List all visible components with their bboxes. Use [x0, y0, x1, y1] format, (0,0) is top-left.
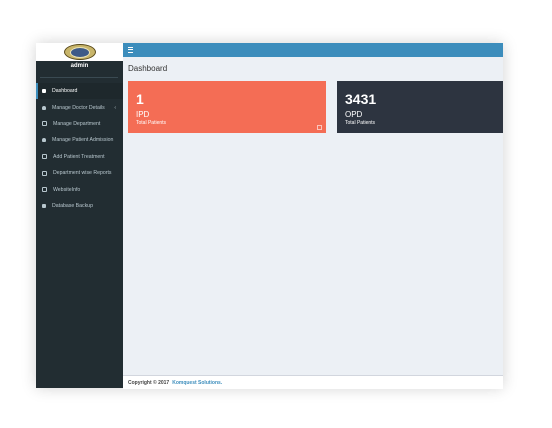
- app-window: admin Dashboard Manage Doctor Details ‹ …: [36, 43, 503, 389]
- sidebar-item-label: Department wise Reports: [53, 170, 112, 177]
- line-chart-icon: [42, 170, 47, 176]
- sidebar-menu: Dashboard Manage Doctor Details ‹ Manage…: [36, 83, 123, 214]
- sidebar-item-manage-department[interactable]: Manage Department: [36, 116, 123, 132]
- card-corner-icon: [317, 125, 322, 130]
- sidebar-item-websiteinfo[interactable]: WebsiteInfo: [36, 181, 123, 197]
- sidebar-item-label: Add Patient Treatment: [53, 153, 105, 160]
- ipd-stat-card[interactable]: 1 IPD Total Patients: [128, 81, 326, 133]
- top-navbar: [123, 43, 503, 57]
- opd-subtitle: Total Patients: [345, 120, 376, 126]
- sidebar: admin Dashboard Manage Doctor Details ‹ …: [36, 43, 123, 388]
- logo-area: [36, 43, 123, 61]
- chevron-left-icon: ‹: [114, 104, 116, 111]
- user-icon: [42, 138, 46, 143]
- sidebar-item-department-wise-reports[interactable]: Department wise Reports: [36, 165, 123, 181]
- sidebar-item-dashboard[interactable]: Dashboard: [36, 83, 123, 100]
- ipd-count: 1: [136, 91, 144, 107]
- sidebar-item-label: WebsiteInfo: [53, 186, 81, 193]
- calendar-icon: [42, 89, 46, 94]
- sidebar-item-label: Database Backup: [52, 202, 93, 209]
- ipd-label: IPD: [136, 110, 150, 119]
- company-link[interactable]: Komquest Solutions.: [172, 380, 222, 386]
- sidebar-item-database-backup[interactable]: Database Backup: [36, 198, 123, 214]
- main-content: Dashboard 1 IPD Total Patients 3431 OPD …: [123, 57, 503, 375]
- sidebar-item-label: Manage Department: [53, 120, 101, 127]
- footer: Copyright © 2017 Komquest Solutions.: [123, 375, 503, 389]
- logo-emblem: [69, 46, 90, 58]
- sidebar-item-label: Dashboard: [52, 88, 78, 95]
- sidebar-item-add-patient-treatment[interactable]: Add Patient Treatment: [36, 149, 123, 165]
- file-icon: [42, 121, 47, 127]
- opd-label: OPD: [345, 110, 363, 119]
- page-title: Dashboard: [128, 64, 168, 73]
- opd-count: 3431: [345, 91, 377, 107]
- sidebar-item-manage-patient-admission[interactable]: Manage Patient Admission: [36, 132, 123, 148]
- calendar-icon: [42, 154, 47, 160]
- database-icon: [42, 203, 46, 208]
- user-name: admin: [70, 63, 89, 69]
- opd-stat-card[interactable]: 3431 OPD Total Patients: [337, 81, 503, 133]
- hamburger-icon[interactable]: [128, 47, 133, 54]
- sidebar-item-label: Manage Doctor Details: [52, 104, 105, 111]
- user-icon: [42, 105, 46, 110]
- sidebar-divider: [40, 77, 118, 78]
- hospital-logo[interactable]: [63, 44, 96, 60]
- file-icon: [42, 187, 47, 193]
- sidebar-item-label: Manage Patient Admission: [52, 137, 114, 144]
- sidebar-item-manage-doctor-details[interactable]: Manage Doctor Details ‹: [36, 99, 123, 115]
- ipd-subtitle: Total Patients: [136, 120, 167, 126]
- copyright-text: Copyright © 2017: [128, 379, 170, 386]
